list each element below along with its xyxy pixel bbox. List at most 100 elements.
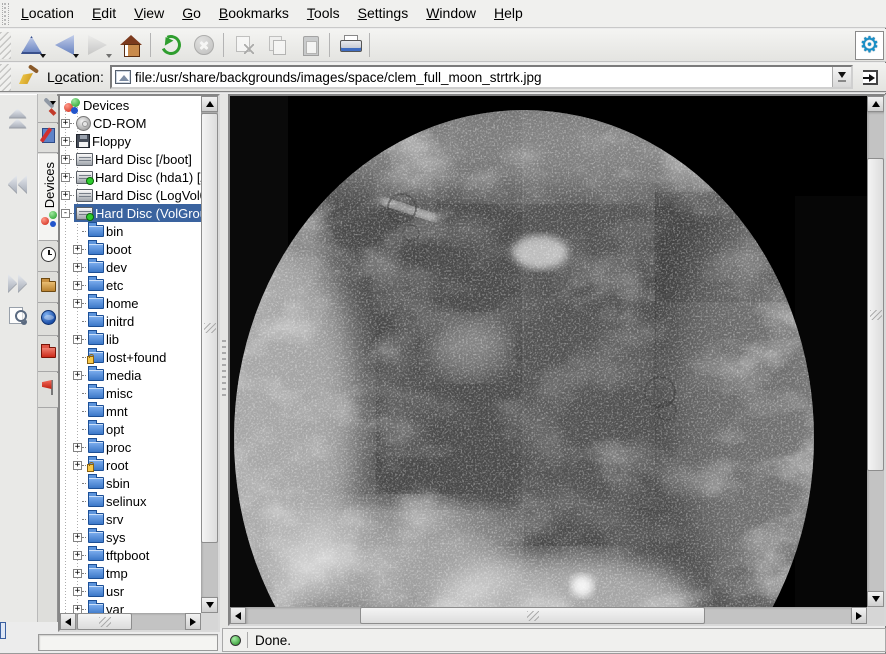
tree-expander[interactable]: +	[73, 335, 82, 344]
tree-item-media[interactable]: +media	[60, 366, 201, 384]
scroll-up-button[interactable]	[201, 96, 218, 112]
view-vertical-scrollbar[interactable]	[867, 96, 884, 607]
up-button[interactable]	[15, 31, 48, 60]
menu-bookmarks[interactable]: Bookmarks	[210, 1, 298, 25]
tree-item-proc[interactable]: +proc	[60, 438, 201, 456]
print-button[interactable]	[333, 31, 366, 60]
tree-item-initrd[interactable]: initrd	[60, 312, 201, 330]
tree-expander[interactable]: -	[61, 209, 70, 218]
sidebar-tab-history[interactable]	[38, 242, 59, 272]
tree-item-sbin[interactable]: sbin	[60, 474, 201, 492]
moon-image[interactable]	[230, 96, 867, 607]
tree-item-root[interactable]: +root	[60, 456, 201, 474]
menu-location[interactable]: Location	[12, 1, 83, 25]
tree-item-hard-disc-boot[interactable]: +Hard Disc [/boot]	[60, 150, 201, 168]
menu-go[interactable]: Go	[173, 1, 210, 25]
menubar-handle[interactable]	[2, 3, 9, 25]
reload-button[interactable]	[154, 31, 187, 60]
tree-item-hard-disc-volgrou[interactable]: -Hard Disc (VolGrou	[60, 204, 201, 222]
tree-expander[interactable]: +	[73, 551, 82, 560]
scroll-right-button[interactable]	[851, 607, 867, 624]
tree-item-floppy[interactable]: +Floppy	[60, 132, 201, 150]
cut-button[interactable]	[227, 31, 260, 60]
scroll-up-fast-button[interactable]	[3, 103, 32, 133]
scrollbar-thumb[interactable]	[867, 158, 884, 471]
tree-item-boot[interactable]: +boot	[60, 240, 201, 258]
back-fast-button[interactable]	[3, 169, 32, 199]
scrollbar-thumb[interactable]	[77, 613, 132, 630]
tree-expander[interactable]: +	[73, 371, 82, 380]
tree-expander[interactable]: +	[73, 605, 82, 614]
sidebar-tab-root-directory[interactable]	[38, 337, 59, 372]
tree-item-tftpboot[interactable]: +tftpboot	[60, 546, 201, 564]
panel-splitter[interactable]	[220, 94, 228, 628]
sidebar-tab-devices[interactable]: Devices	[38, 154, 59, 241]
sidebar-resize-notch[interactable]	[0, 622, 6, 639]
scroll-up-button[interactable]	[3, 136, 32, 166]
back-button[interactable]	[48, 31, 81, 60]
tree-expander[interactable]: +	[61, 119, 70, 128]
copy-button[interactable]	[260, 31, 293, 60]
tree-item-usr[interactable]: +usr	[60, 582, 201, 600]
tree-item-devices-root[interactable]: Devices	[60, 96, 201, 114]
clear-location-broom-icon[interactable]	[17, 66, 41, 88]
tree-expander[interactable]: +	[73, 299, 82, 308]
go-button[interactable]	[857, 64, 883, 90]
tree-expander[interactable]: +	[73, 533, 82, 542]
tree-item-selinux[interactable]: selinux	[60, 492, 201, 510]
menu-edit[interactable]: Edit	[83, 1, 125, 25]
tree-item-lost-found[interactable]: lost+found	[60, 348, 201, 366]
back-button[interactable]	[3, 202, 32, 232]
scroll-down-button[interactable]	[201, 597, 218, 613]
tree-expander[interactable]: +	[61, 155, 70, 164]
scroll-left-button[interactable]	[230, 607, 246, 624]
menu-settings[interactable]: Settings	[349, 1, 418, 25]
tree-expander[interactable]: +	[73, 569, 82, 578]
tree-expander[interactable]: +	[73, 245, 82, 254]
tree-item-dev[interactable]: +dev	[60, 258, 201, 276]
forward-button[interactable]	[3, 235, 32, 265]
scroll-left-button[interactable]	[60, 613, 76, 630]
tree-item-hard-disc-hda1[interactable]: +Hard Disc (hda1) [/	[60, 168, 201, 186]
forward-button[interactable]	[81, 31, 114, 60]
menu-view[interactable]: View	[125, 1, 173, 25]
toolbar-handle[interactable]	[0, 32, 11, 59]
tree-item-hard-disc-logvol0[interactable]: +Hard Disc (LogVol0	[60, 186, 201, 204]
tree-item-etc[interactable]: +etc	[60, 276, 201, 294]
tree-item-misc[interactable]: misc	[60, 384, 201, 402]
locationbar-handle[interactable]	[0, 64, 11, 91]
stop-button[interactable]	[187, 31, 220, 60]
sidebar-tab-home-directory[interactable]	[38, 273, 59, 303]
scroll-down-button[interactable]	[867, 591, 884, 607]
dropdown-arrow-icon[interactable]	[73, 54, 79, 58]
tree-vertical-scrollbar[interactable]	[201, 96, 218, 613]
dropdown-arrow-icon[interactable]	[40, 54, 46, 58]
tree-item-cd-rom[interactable]: +CD-ROM	[60, 114, 201, 132]
sidebar-tab-services[interactable]	[38, 373, 59, 408]
tree-item-mnt[interactable]: mnt	[60, 402, 201, 420]
paste-button[interactable]	[293, 31, 326, 60]
tree-expander[interactable]: +	[73, 587, 82, 596]
sidebar-tab-configure[interactable]	[38, 96, 59, 123]
forward-fast-button[interactable]	[3, 268, 32, 298]
tree-item-srv[interactable]: srv	[60, 510, 201, 528]
location-combobox[interactable]: file:/usr/share/backgrounds/images/space…	[110, 65, 853, 89]
tree-item-lib[interactable]: +lib	[60, 330, 201, 348]
home-button[interactable]	[114, 31, 147, 60]
view-horizontal-scrollbar[interactable]	[230, 607, 867, 624]
menu-help[interactable]: Help	[485, 1, 532, 25]
preview-button[interactable]	[3, 301, 32, 331]
scroll-up-button[interactable]	[867, 96, 884, 112]
tree-item-var[interactable]: +var	[60, 600, 201, 613]
tree-item-sys[interactable]: +sys	[60, 528, 201, 546]
dropdown-arrow-icon[interactable]	[106, 54, 112, 58]
location-input[interactable]: file:/usr/share/backgrounds/images/space…	[135, 70, 832, 85]
scrollbar-thumb[interactable]	[360, 607, 705, 624]
sidebar-tab-network[interactable]	[38, 304, 59, 336]
tree-expander[interactable]: +	[73, 281, 82, 290]
combo-arrow-icon[interactable]	[832, 67, 851, 87]
tree-item-tmp[interactable]: +tmp	[60, 564, 201, 582]
konqueror-gear-icon[interactable]: ⚙	[855, 31, 884, 60]
tree-expander[interactable]: +	[73, 461, 82, 470]
tree-expander[interactable]: +	[61, 137, 70, 146]
